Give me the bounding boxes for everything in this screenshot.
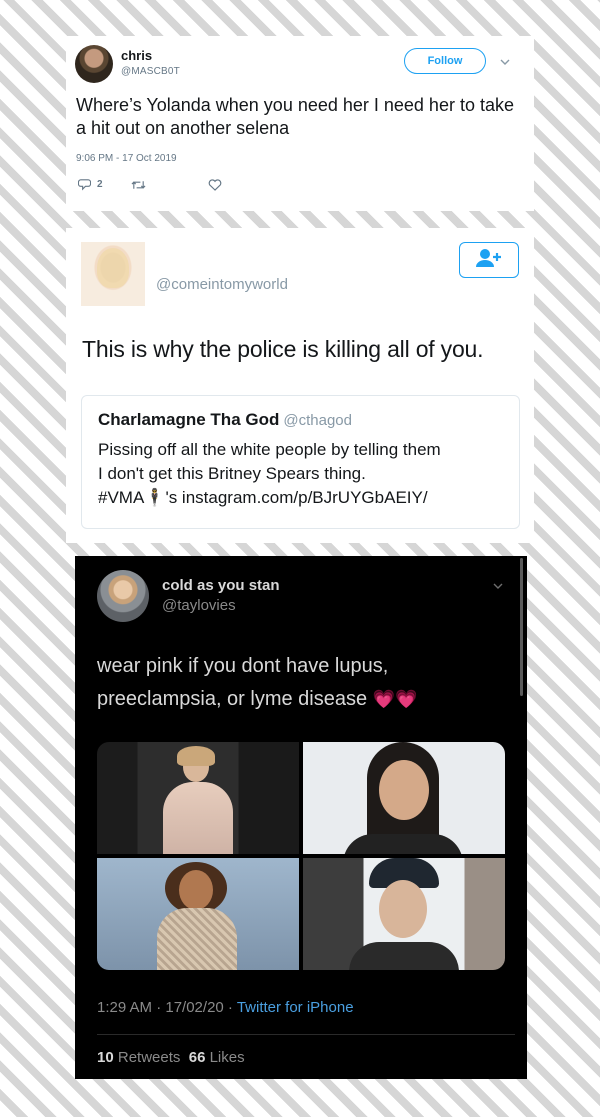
tweet-timestamp[interactable]: 1:29 AM · 17/02/20 · (97, 999, 237, 1016)
display-name[interactable]: cold as you stan (162, 577, 280, 594)
follow-button[interactable] (459, 242, 519, 278)
retweet-icon[interactable] (131, 179, 146, 191)
quoted-text-line: I don't get this Britney Spears thing. (98, 464, 366, 483)
timestamp[interactable]: 9:06 PM - 17 Oct 2019 (76, 153, 177, 164)
heart-emoji: 💗💗 (372, 689, 418, 709)
photo-4[interactable] (303, 858, 505, 970)
quoted-text-line: Pissing off all the white people by tell… (98, 440, 441, 459)
tweet-card-chris: chris @MASCB0T Follow Where’s Yolanda wh… (66, 36, 534, 211)
like-icon[interactable] (208, 178, 222, 191)
tweet-text: Where’s Yolanda when you need her I need… (76, 95, 514, 138)
photo-1[interactable] (97, 742, 299, 854)
chevron-down-icon[interactable] (500, 54, 510, 68)
quoted-text-line: #VMA🕴's instagram.com/p/BJrUYGbAEIY/ (98, 488, 428, 507)
tweet-card-taylovies: cold as you stan @taylovies wear pink if… (75, 556, 527, 1079)
tweet-text-body: wear pink if you dont have lupus, preecl… (97, 655, 389, 710)
quoted-handle: @cthagod (283, 412, 352, 429)
tweet-meta: 1:29 AM · 17/02/20 · Twitter for iPhone (97, 999, 354, 1016)
photo-3[interactable] (97, 858, 299, 970)
tweet-actions: 2 (78, 178, 222, 191)
quoted-tweet[interactable]: Charlamagne Tha God @cthagod Pissing off … (81, 395, 520, 529)
avatar[interactable] (81, 242, 145, 306)
tweet-source-link[interactable]: Twitter for iPhone (237, 999, 354, 1016)
display-name[interactable]: chris (121, 48, 152, 63)
tweet-card-comeintomyworld: @comeintomyworld This is why the police … (66, 228, 534, 543)
reply-count: 2 (97, 179, 103, 190)
chevron-down-icon[interactable] (493, 578, 503, 592)
retweet-stat[interactable]: 10 Retweets (97, 1049, 180, 1066)
reply-icon[interactable] (78, 178, 91, 191)
like-stat[interactable]: 66 Likes (189, 1049, 245, 1066)
tweet-text: This is why the police is killing all of… (82, 336, 484, 362)
user-handle[interactable]: @MASCB0T (121, 66, 180, 77)
quoted-display-name: Charlamagne Tha God (98, 410, 280, 429)
user-handle[interactable]: @comeintomyworld (156, 276, 288, 293)
scrollbar[interactable] (520, 558, 523, 696)
tweet-stats: 10 Retweets 66 Likes (97, 1049, 245, 1066)
tweet-text: wear pink if you dont have lupus, preecl… (97, 650, 497, 716)
avatar[interactable] (97, 570, 149, 622)
avatar[interactable] (75, 45, 113, 83)
user-handle[interactable]: @taylovies (162, 597, 236, 614)
quoted-author: Charlamagne Tha God @cthagod (98, 410, 352, 430)
photo-grid (97, 742, 505, 970)
follow-user-icon (474, 248, 504, 273)
divider (97, 1034, 515, 1035)
follow-button[interactable]: Follow (404, 48, 486, 74)
photo-2[interactable] (303, 742, 505, 854)
